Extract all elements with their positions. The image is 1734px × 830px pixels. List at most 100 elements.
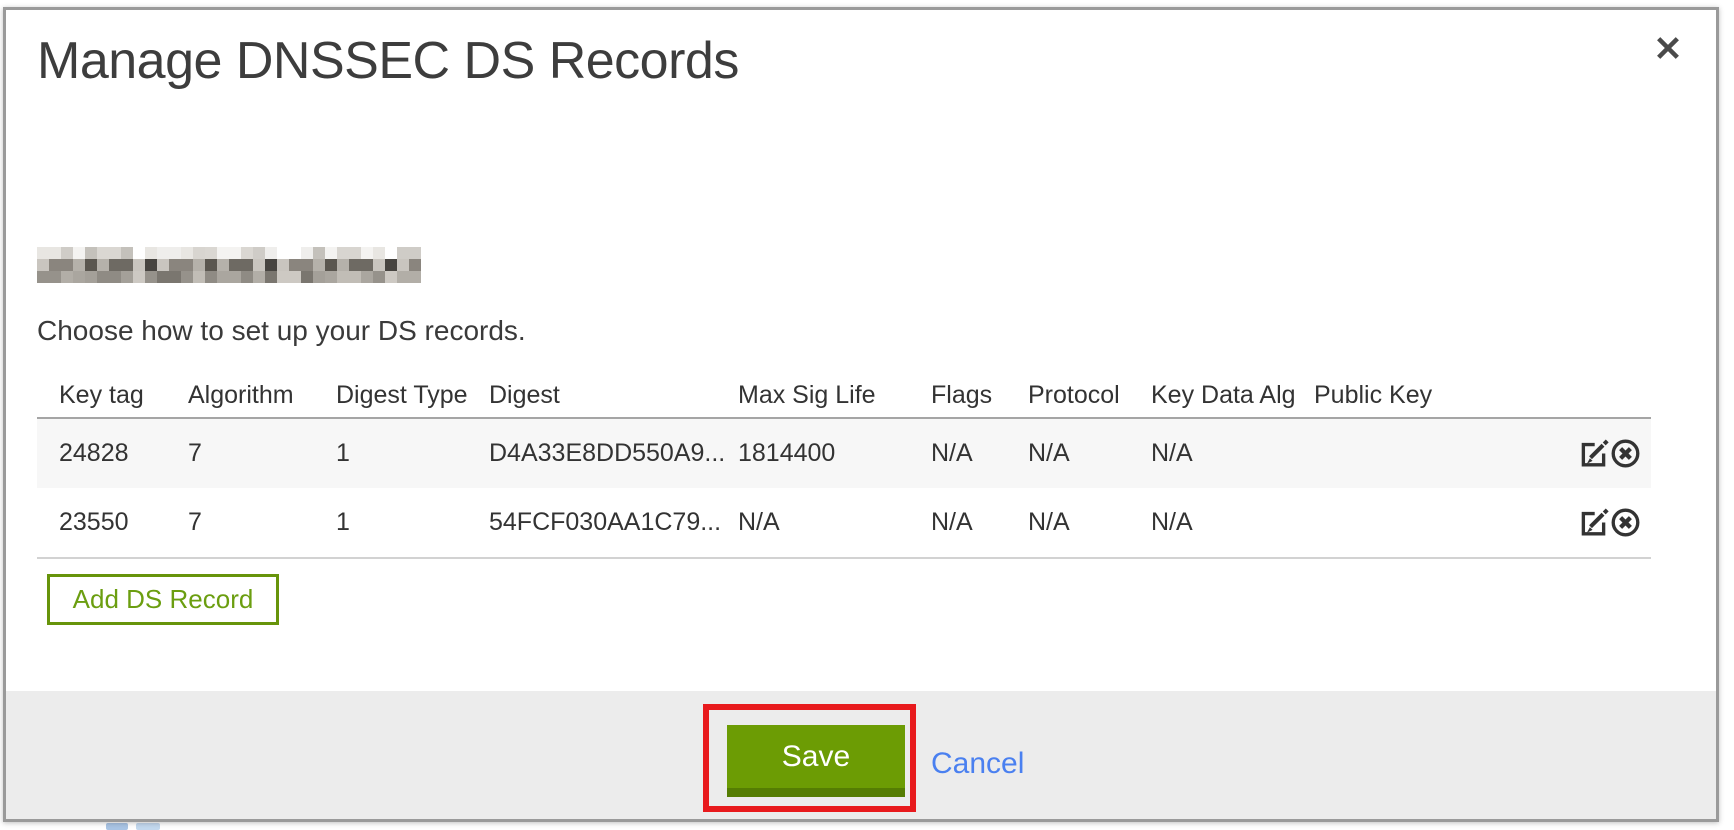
redaction-pixel: [385, 247, 397, 259]
redaction-pixel: [133, 259, 145, 271]
redaction-pixel: [229, 271, 241, 283]
cell-key-tag: 23550: [37, 488, 188, 558]
redaction-pixel: [361, 259, 373, 271]
redaction-pixel: [217, 271, 229, 283]
redaction-pixel: [373, 247, 385, 259]
redaction-pixel: [277, 259, 289, 271]
column-header-digest: Digest: [489, 373, 738, 418]
redaction-pixel: [313, 271, 325, 283]
redaction-pixel: [241, 259, 253, 271]
cell-algorithm: 7: [188, 418, 336, 488]
redaction-pixel: [361, 247, 373, 259]
column-header-max-sig-life: Max Sig Life: [738, 373, 931, 418]
redaction-pixel: [289, 271, 301, 283]
redaction-pixel: [349, 271, 361, 283]
redaction-pixel: [361, 271, 373, 283]
redaction-pixel: [205, 271, 217, 283]
ds-records-table: Key tagAlgorithmDigest TypeDigestMax Sig…: [37, 373, 1651, 559]
column-header-key-data-alg: Key Data Alg: [1151, 373, 1314, 418]
delete-record-button[interactable]: [1610, 438, 1641, 469]
background-page-fragment: [136, 823, 160, 830]
edit-record-button[interactable]: [1578, 438, 1609, 469]
redaction-pixel: [145, 247, 157, 259]
redaction-pixel: [325, 247, 337, 259]
redaction-pixel: [157, 259, 169, 271]
redaction-pixel: [73, 247, 85, 259]
manage-dnssec-dialog: Manage DNSSEC DS Records Choose how to s…: [3, 7, 1719, 822]
row-actions: [1578, 488, 1651, 558]
redaction-pixel: [73, 259, 85, 271]
redaction-pixel: [133, 247, 145, 259]
redaction-pixel: [181, 271, 193, 283]
cell-key-tag: 24828: [37, 418, 188, 488]
redaction-pixel: [73, 271, 85, 283]
redaction-pixel: [169, 259, 181, 271]
redaction-pixel: [397, 247, 409, 259]
redaction-pixel: [181, 247, 193, 259]
delete-record-icon: [1610, 438, 1641, 469]
redaction-pixel: [97, 259, 109, 271]
background-page-fragment: [106, 823, 128, 830]
redaction-pixel: [37, 271, 49, 283]
save-button[interactable]: Save: [727, 725, 905, 797]
redaction-pixel: [85, 271, 97, 283]
redaction-pixel: [145, 271, 157, 283]
redaction-pixel: [133, 271, 145, 283]
redaction-pixel: [349, 259, 361, 271]
redaction-pixel: [61, 259, 73, 271]
redaction-pixel: [277, 271, 289, 283]
cell-key-data-alg: N/A: [1151, 418, 1314, 488]
setup-instructions: Choose how to set up your DS records.: [37, 315, 526, 347]
redaction-pixel: [349, 247, 361, 259]
redaction-pixel: [85, 259, 97, 271]
redaction-pixel: [109, 259, 121, 271]
cell-digest-type: 1: [336, 418, 489, 488]
redaction-pixel: [313, 247, 325, 259]
delete-record-icon: [1610, 507, 1641, 538]
redaction-pixel: [409, 247, 421, 259]
cell-public-key: [1314, 488, 1578, 558]
cell-flags: N/A: [931, 418, 1028, 488]
redaction-pixel: [325, 259, 337, 271]
redaction-pixel: [241, 271, 253, 283]
redaction-pixel: [229, 259, 241, 271]
dialog-title: Manage DNSSEC DS Records: [37, 31, 739, 91]
redaction-pixel: [193, 271, 205, 283]
redaction-pixel: [229, 247, 241, 259]
cell-flags: N/A: [931, 488, 1028, 558]
cancel-link[interactable]: Cancel: [931, 747, 1024, 781]
redaction-pixel: [289, 247, 301, 259]
redaction-pixel: [373, 259, 385, 271]
save-highlight-annotation: Save: [703, 704, 916, 812]
table-row: 235507154FCF030AA1C79...N/AN/AN/AN/A: [37, 488, 1651, 558]
redaction-pixel: [49, 247, 61, 259]
edit-record-button[interactable]: [1578, 507, 1609, 538]
cell-digest: 54FCF030AA1C79...: [489, 488, 738, 558]
column-header-public-key: Public Key: [1314, 373, 1578, 418]
redaction-pixel: [145, 259, 157, 271]
redaction-pixel: [121, 259, 133, 271]
close-icon[interactable]: [1650, 30, 1686, 66]
redaction-pixel: [85, 247, 97, 259]
column-header-flags: Flags: [931, 373, 1028, 418]
delete-record-button[interactable]: [1610, 507, 1641, 538]
redaction-pixel: [325, 271, 337, 283]
redaction-pixel: [301, 271, 313, 283]
cell-public-key: [1314, 418, 1578, 488]
table-header-row: Key tagAlgorithmDigest TypeDigestMax Sig…: [37, 373, 1651, 418]
redaction-pixel: [157, 247, 169, 259]
redaction-pixel: [193, 259, 205, 271]
redaction-pixel: [253, 259, 265, 271]
dialog-footer: Save Cancel: [6, 691, 1716, 819]
redaction-pixel: [265, 259, 277, 271]
cell-digest-type: 1: [336, 488, 489, 558]
redaction-pixel: [337, 247, 349, 259]
redaction-pixel: [193, 247, 205, 259]
redaction-pixel: [109, 247, 121, 259]
column-header-actions: [1578, 373, 1651, 418]
redaction-pixel: [289, 259, 301, 271]
add-ds-record-button[interactable]: Add DS Record: [47, 574, 279, 625]
redaction-pixel: [409, 259, 421, 271]
redaction-pixel: [109, 271, 121, 283]
edit-record-icon: [1578, 507, 1609, 538]
